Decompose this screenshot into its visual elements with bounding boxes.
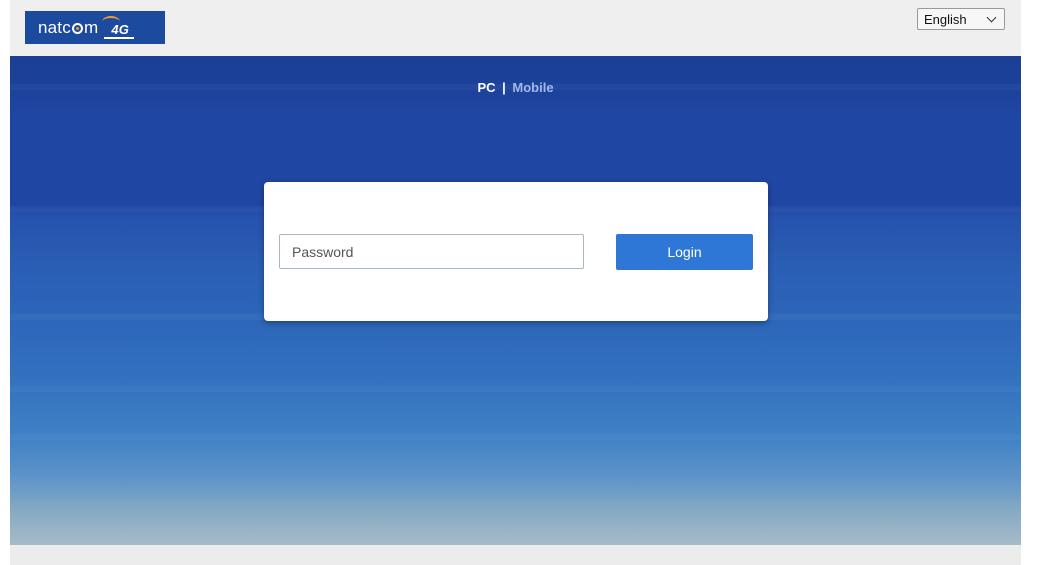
hero-band	[10, 386, 1021, 392]
logo-wordmark: natc m	[38, 18, 98, 38]
natcom-logo: natc m 4G	[25, 11, 165, 44]
hero-background: PC | Mobile Login	[10, 56, 1021, 545]
chevron-down-icon	[986, 12, 997, 23]
mode-separator: |	[502, 80, 506, 95]
footer-bar	[10, 545, 1021, 565]
password-input[interactable]	[279, 234, 584, 269]
logo-o-icon	[71, 23, 83, 34]
logo-text-start: natc	[38, 17, 71, 37]
login-card: Login	[264, 182, 768, 321]
language-select[interactable]: English	[917, 8, 1005, 30]
login-button[interactable]: Login	[616, 234, 753, 270]
top-bar: natc m 4G English	[10, 0, 1021, 56]
pc-mode-link[interactable]: PC	[477, 80, 495, 95]
mobile-mode-link[interactable]: Mobile	[512, 80, 553, 95]
logo-4g-badge: 4G	[102, 16, 134, 39]
router-login-frame: natc m 4G English PC | Mobile Login	[10, 0, 1021, 565]
page: natc m 4G English PC | Mobile Login	[0, 0, 1059, 565]
language-selected-value: English	[924, 11, 967, 27]
view-mode-switch: PC | Mobile	[10, 80, 1021, 95]
logo-text-end: m	[83, 17, 99, 37]
hero-band	[10, 434, 1021, 440]
